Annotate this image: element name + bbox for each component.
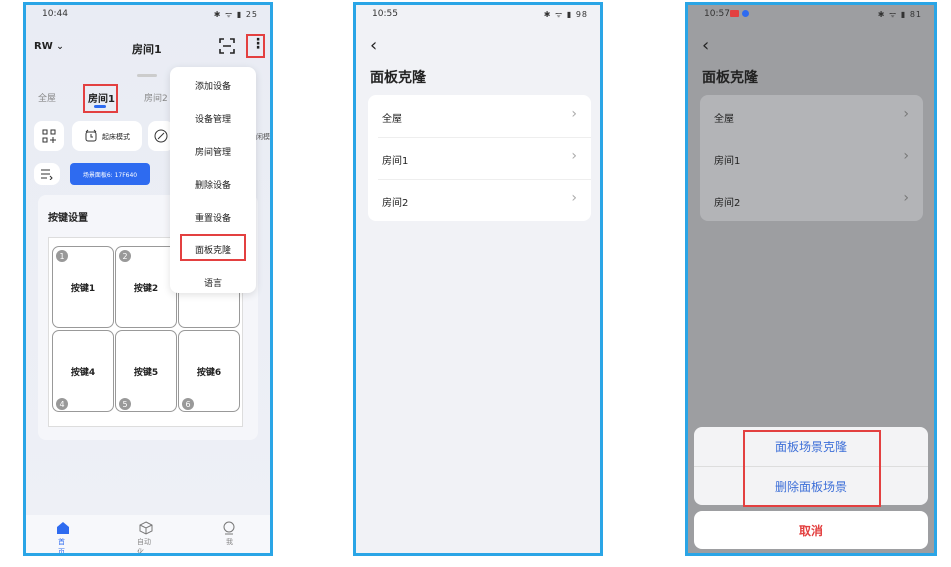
menu-item-room-management[interactable]: 房间管理 <box>170 145 256 158</box>
chevron-right-icon: › <box>903 148 909 164</box>
nav-home-label: 首页 <box>58 538 65 556</box>
highlight-panel-clone <box>180 234 246 261</box>
highlight-actions <box>743 430 881 507</box>
page-title: 房间1 <box>132 43 162 56</box>
chevron-right-icon: › <box>571 106 577 122</box>
nav-home[interactable]: 首页 <box>56 521 70 553</box>
menu-item-reset-device[interactable]: 重置设备 <box>170 211 256 224</box>
status-time: 10:57 <box>704 9 730 19</box>
status-icons: ✱ ᯤ ▮ 98 <box>543 10 588 19</box>
status-icons: ✱ ᯤ ▮ 25 <box>213 10 258 19</box>
list-item-room1[interactable]: 房间1 › <box>700 137 923 179</box>
grid-add-icon <box>42 129 56 143</box>
phone-screen-action-sheet: 10:57 ✱ ᯤ ▮ 81 ‹ 面板克隆 全屋 › 房间1 › 房间2 › 面… <box>685 2 937 556</box>
tab-room2[interactable]: 房间2 <box>144 91 168 104</box>
row-label: 房间1 <box>714 156 741 167</box>
leaf-icon <box>154 129 168 143</box>
chevron-right-icon: › <box>571 148 577 164</box>
menu-item-device-management[interactable]: 设备管理 <box>170 112 256 125</box>
home-label: RW <box>34 41 53 52</box>
mode-chip-right-label: 闲模 <box>256 133 270 141</box>
add-scene-button[interactable] <box>34 121 64 151</box>
list-menu-button[interactable] <box>34 163 60 185</box>
list-item-room1[interactable]: 房间1 › <box>368 137 591 179</box>
room-list: 全屋 › 房间1 › 房间2 › <box>700 95 923 221</box>
tab-whole-house[interactable]: 全屋 <box>38 91 56 104</box>
list-item-whole-house[interactable]: 全屋 › <box>700 95 923 137</box>
chevron-right-icon: › <box>571 190 577 206</box>
nav-automation[interactable]: 自动化 <box>137 521 153 553</box>
list-item-room2[interactable]: 房间2 › <box>700 179 923 221</box>
cancel-button[interactable]: 取消 <box>694 511 928 549</box>
row-label: 房间2 <box>382 198 409 209</box>
chevron-right-icon: › <box>903 106 909 122</box>
key-4-label: 按键4 <box>70 367 96 378</box>
key-5-label: 按键5 <box>133 367 159 378</box>
section-title: 按键设置 <box>48 213 88 224</box>
menu-item-delete-device[interactable]: 删除设备 <box>170 178 256 191</box>
highlight-room-tab <box>83 84 118 113</box>
status-time: 10:55 <box>372 9 398 19</box>
scan-icon[interactable] <box>219 38 235 54</box>
menu-item-add-device[interactable]: 添加设备 <box>170 79 256 92</box>
row-label: 全屋 <box>714 114 734 125</box>
list-item-room2[interactable]: 房间2 › <box>368 179 591 221</box>
highlight-more-button <box>246 34 265 58</box>
chevron-down-icon: ⌄ <box>56 42 64 52</box>
key-number-badge: 4 <box>56 398 68 410</box>
list-item-whole-house[interactable]: 全屋 › <box>368 95 591 137</box>
row-label: 房间1 <box>382 156 409 167</box>
status-icons: ✱ ᯤ ▮ 81 <box>877 10 922 19</box>
notification-icon <box>730 10 739 17</box>
row-label: 全屋 <box>382 114 402 125</box>
chevron-right-icon: › <box>903 190 909 206</box>
nav-me-label: 我 <box>226 538 233 546</box>
key-2-label: 按键2 <box>133 283 159 294</box>
user-icon <box>222 521 236 535</box>
phone-screen-home: 10:44 ✱ ᯤ ▮ 25 RW ⌄ 房间1 ⋮ 全屋 房间1 房间2 起床模… <box>23 2 273 556</box>
row-label: 房间2 <box>714 198 741 209</box>
home-selector[interactable]: RW ⌄ <box>34 41 64 52</box>
drag-handle <box>137 74 157 77</box>
home-icon <box>56 521 70 535</box>
app-notification-icon <box>742 10 749 17</box>
nav-me[interactable]: 我 <box>222 521 236 546</box>
menu-item-language[interactable]: 语言 <box>170 276 256 289</box>
status-time: 10:44 <box>42 9 68 19</box>
bottom-nav: 首页 自动化 我 <box>26 515 270 553</box>
phone-screen-panel-clone: 10:55 ✱ ᯤ ▮ 98 ‹ 面板克隆 全屋 › 房间1 › 房间2 › <box>353 2 603 556</box>
page-title: 面板克隆 <box>702 70 758 86</box>
room-list: 全屋 › 房间1 › 房间2 › <box>368 95 591 221</box>
key-number-badge: 5 <box>119 398 131 410</box>
back-arrow-icon[interactable]: ‹ <box>702 35 709 56</box>
nav-automation-label: 自动化 <box>137 538 151 556</box>
key-number-badge: 2 <box>119 250 131 262</box>
key-1-label: 按键1 <box>70 283 96 294</box>
list-icon <box>40 168 53 180</box>
key-number-badge: 6 <box>182 398 194 410</box>
scene-panel-badge[interactable]: 场景面板6: 17F640 <box>70 163 150 185</box>
automation-cube-icon <box>139 521 153 535</box>
mode-chip-label: 起床模式 <box>102 133 130 141</box>
page-title: 面板克隆 <box>370 70 426 86</box>
key-number-badge: 1 <box>56 250 68 262</box>
back-arrow-icon[interactable]: ‹ <box>370 35 377 56</box>
mode-chip-wakeup[interactable]: 起床模式 <box>72 121 142 151</box>
alarm-clock-icon <box>84 129 98 143</box>
key-6-label: 按键6 <box>196 367 222 378</box>
overflow-menu: 添加设备 设备管理 房间管理 删除设备 重置设备 面板克隆 语言 <box>170 67 256 293</box>
